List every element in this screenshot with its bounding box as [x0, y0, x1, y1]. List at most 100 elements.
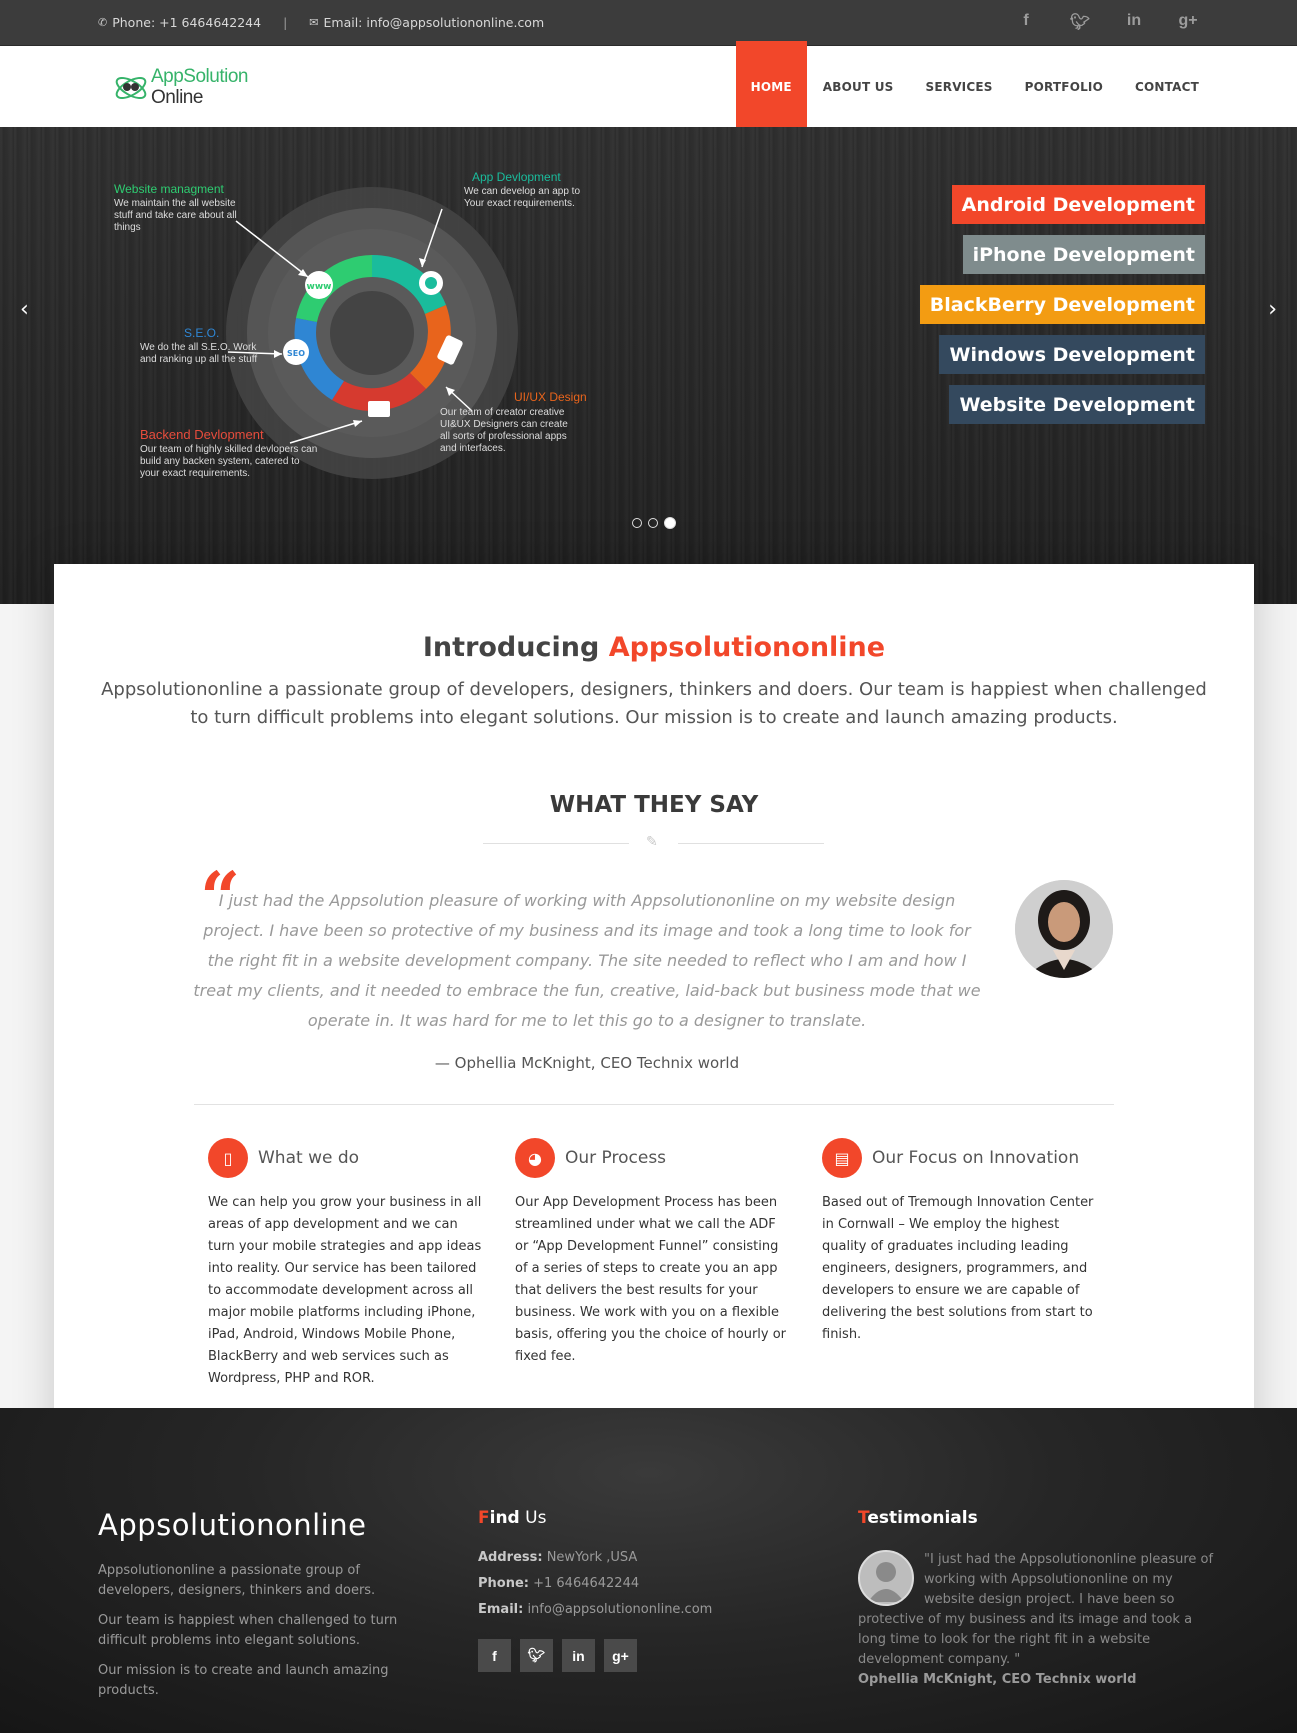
footer-brand: Appsolutiononline — [98, 1508, 367, 1542]
phone-label: Phone: — [478, 1576, 529, 1591]
svg-text:your exact requirements.: your exact requirements. — [140, 468, 250, 479]
intro-text: Appsolutiononline a passionate group of … — [101, 679, 1207, 728]
tag-blackberry: BlackBerry Development — [919, 285, 1205, 324]
nav-portfolio[interactable]: PORTFOLIO — [1009, 46, 1119, 127]
intro-title-accent: Appsolutiononline — [608, 632, 886, 663]
feature-title: Our Process — [565, 1148, 667, 1168]
svg-text:all sorts of professional apps: all sorts of professional apps — [440, 431, 567, 442]
svg-text:and interfaces.: and interfaces. — [440, 443, 506, 454]
heading-initial: T — [858, 1508, 868, 1528]
top-social: f 🐦︎ in g+ — [1014, 12, 1200, 32]
pencil-icon: ✎ — [646, 834, 658, 850]
svg-text:things: things — [114, 222, 141, 233]
feature-title: What we do — [258, 1148, 360, 1168]
svg-text:stuff and take care about all: stuff and take care about all — [114, 210, 237, 221]
main-content-card: Introducing Appsolutiononline Appsolutio… — [54, 564, 1254, 1458]
email-label: Email: — [478, 1602, 524, 1617]
content-divider — [194, 1104, 1114, 1105]
heading-rest: ind — [489, 1508, 520, 1528]
feature-title: Our Focus on Innovation — [872, 1148, 1080, 1168]
facebook-icon[interactable]: f — [478, 1639, 511, 1672]
logo-line1: AppSolution — [151, 66, 248, 87]
address-value: NewYork ,USA — [542, 1550, 638, 1565]
tag-website: Website Development — [949, 385, 1205, 424]
facebook-icon[interactable]: f — [1014, 12, 1038, 32]
intro-title: Introducing Appsolutiononline — [54, 632, 1254, 663]
slider-next-icon[interactable]: › — [1268, 297, 1277, 322]
nav-contact[interactable]: CONTACT — [1119, 46, 1215, 127]
tag-android: Android Development — [951, 185, 1205, 224]
platform-tags: Android Development iPhone Development B… — [919, 185, 1205, 424]
main-nav: HOME ABOUT US SERVICES PORTFOLIO CONTACT — [735, 41, 1215, 127]
svg-text:build any backen system, cater: build any backen system, catered to — [140, 456, 300, 467]
svg-text:We do the all S.E.O. Work: We do the all S.E.O. Work — [140, 342, 257, 353]
footer-find-heading: Find Us — [478, 1508, 778, 1528]
footer-contact-info: Address: NewYork ,USA Phone: +1 64646422… — [478, 1550, 778, 1617]
svg-text:We can develop an app to: We can develop an app to — [464, 186, 580, 197]
footer-email: Email: info@appsolutiononline.com — [478, 1602, 778, 1617]
top-contact: ✆ Phone: +1 6464642244 | ✉ Email: info@a… — [98, 15, 544, 30]
slider-dot[interactable] — [648, 518, 658, 528]
slider-prev-icon[interactable]: ‹ — [20, 297, 29, 322]
svg-text:Our team of highly skilled dev: Our team of highly skilled devlopers can — [140, 444, 317, 455]
feature-innovation: ▤ Our Focus on Innovation Based out of T… — [822, 1138, 1097, 1346]
footer-testimonials: Testimonials "I just had the Appsolution… — [858, 1508, 1218, 1690]
testimonial-heading: WHAT THEY SAY — [549, 792, 759, 818]
twitter-icon[interactable]: 🐦︎ — [520, 1639, 553, 1672]
testimonial-avatar — [1015, 880, 1113, 978]
mobile-icon: ▯ — [208, 1138, 248, 1178]
heading-divider-right — [678, 843, 824, 844]
hero-slider: ‹ › www SEO Website managment We maintai… — [0, 127, 1297, 604]
svg-text:Our team of creator creative: Our team of creator creative — [440, 407, 565, 418]
footer-testimonials-heading: Testimonials — [858, 1508, 1218, 1528]
heading-divider-left — [483, 843, 629, 844]
email-value[interactable]: info@appsolutiononline.com — [523, 1602, 712, 1617]
logo[interactable]: AppSolution Online — [113, 64, 248, 112]
address-label: Address: — [478, 1550, 543, 1565]
slider-dot[interactable] — [632, 518, 642, 528]
tag-windows: Windows Development — [939, 335, 1205, 374]
testimonial-quote: I just had the Appsolution pleasure of w… — [193, 891, 981, 1030]
heading-initial: F — [478, 1508, 490, 1528]
nav-services[interactable]: SERVICES — [910, 46, 1009, 127]
globe-icon: ◕ — [515, 1138, 555, 1178]
linkedin-icon[interactable]: in — [562, 1639, 595, 1672]
testimonial-author: — Ophellia McKnight, CEO Technix world — [434, 1054, 740, 1072]
intro-title-main: Introducing — [422, 632, 609, 663]
google-plus-icon[interactable]: g+ — [604, 1639, 637, 1672]
phone-value: +1 6464642244 — [528, 1576, 640, 1591]
logo-line2: Online — [151, 87, 203, 108]
footer-about-text: Appsolutiononline a passionate group of … — [98, 1563, 376, 1598]
top-separator: | — [283, 15, 288, 30]
nav-home[interactable]: HOME — [735, 41, 807, 127]
feature-what-we-do: ▯ What we do We can help you grow your b… — [208, 1138, 483, 1390]
footer-about-text: Our team is happiest when challenged to … — [98, 1613, 398, 1648]
footer-about: Appsolutiononline a passionate group of … — [98, 1561, 438, 1711]
footer-phone: Phone: +1 6464642244 — [478, 1576, 778, 1591]
website-title: Website managment — [114, 182, 225, 196]
footer-testimonial: "I just had the Appsolutiononline pleasu… — [858, 1550, 1218, 1690]
twitter-icon[interactable]: 🐦︎ — [1068, 12, 1092, 32]
feature-text: We can help you grow your business in al… — [208, 1195, 482, 1386]
main-header: AppSolution Online HOME ABOUT US SERVICE… — [0, 41, 1297, 127]
footer-about-text: Our mission is to create and launch amaz… — [98, 1663, 389, 1698]
feature-our-process: ◕ Our Process Our App Development Proces… — [515, 1138, 790, 1368]
svg-text:and ranking up all the stuff: and ranking up all the stuff — [140, 354, 257, 365]
svg-text:www: www — [307, 282, 332, 292]
services-diagram: www SEO Website managment We maintain th… — [114, 170, 587, 479]
google-plus-icon[interactable]: g+ — [1176, 12, 1200, 32]
linkedin-icon[interactable]: in — [1122, 12, 1146, 32]
top-phone: Phone: +1 6464642244 — [112, 15, 262, 30]
feature-text: Based out of Tremough Innovation Center … — [822, 1195, 1094, 1342]
footer-find-us: Find Us Address: NewYork ,USA Phone: +1 … — [478, 1508, 778, 1672]
envelope-icon: ✉ — [309, 16, 319, 29]
svg-text:We maintain the all website: We maintain the all website — [114, 198, 236, 209]
top-email[interactable]: Email: info@appsolutiononline.com — [324, 15, 545, 30]
slider-dot-active[interactable] — [664, 517, 676, 529]
footer: Appsolutiononline Appsolutiononline a pa… — [0, 1408, 1297, 1733]
heading-light: Us — [519, 1508, 547, 1528]
tag-iphone: iPhone Development — [962, 235, 1205, 274]
footer-social: f 🐦︎ in g+ — [478, 1639, 778, 1672]
phone-icon: ✆ — [98, 16, 108, 29]
nav-about-us[interactable]: ABOUT US — [807, 46, 910, 127]
